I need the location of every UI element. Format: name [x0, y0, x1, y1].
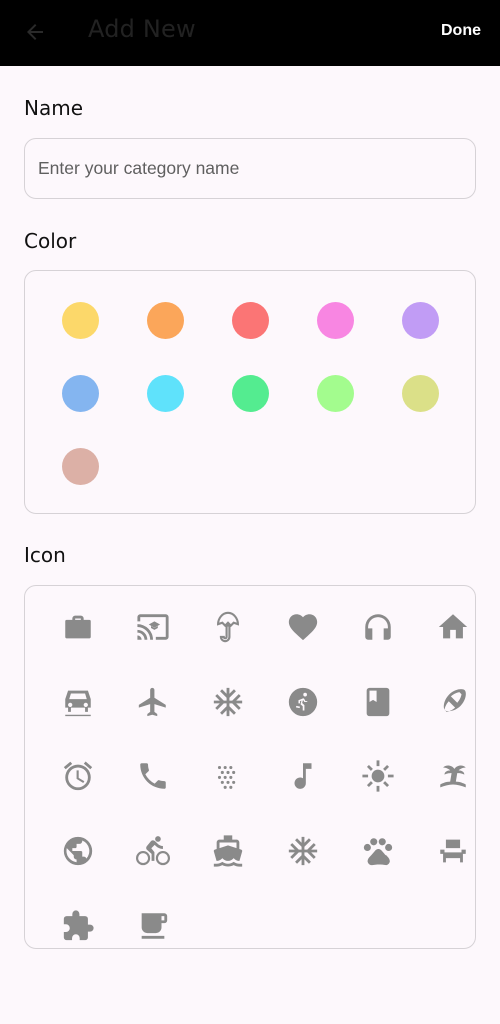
airplane-icon[interactable]: [133, 682, 173, 722]
book-icon[interactable]: [358, 682, 398, 722]
umbrella-icon[interactable]: [208, 607, 248, 647]
snowflake-icon[interactable]: [208, 682, 248, 722]
beach-icon[interactable]: [433, 756, 473, 796]
football-icon[interactable]: [433, 682, 473, 722]
puzzle-icon[interactable]: [58, 906, 98, 946]
back-button[interactable]: [20, 17, 50, 47]
arrow-back-icon: [27, 24, 43, 40]
icon-section-label: Icon: [24, 543, 66, 567]
name-section-label: Name: [24, 96, 84, 120]
briefcase-icon[interactable]: [58, 607, 98, 647]
color-swatch[interactable]: [232, 302, 269, 339]
sun-icon[interactable]: [358, 756, 398, 796]
globe-icon[interactable]: [58, 831, 98, 871]
color-swatch[interactable]: [317, 375, 354, 412]
app-bar: Add New Done: [0, 0, 500, 66]
alarm-icon[interactable]: [58, 756, 98, 796]
heart-icon[interactable]: [283, 607, 323, 647]
color-section-label: Color: [24, 229, 77, 253]
headphones-icon[interactable]: [358, 607, 398, 647]
music-note-icon[interactable]: [283, 756, 323, 796]
cast-for-education-icon[interactable]: [133, 607, 173, 647]
color-picker-panel: [24, 270, 476, 514]
category-name-field[interactable]: [24, 138, 476, 199]
running-icon[interactable]: [283, 682, 323, 722]
dots-icon[interactable]: [208, 756, 248, 796]
color-swatch[interactable]: [402, 302, 439, 339]
paw-icon[interactable]: [358, 831, 398, 871]
color-swatch[interactable]: [62, 448, 99, 485]
color-swatch[interactable]: [62, 375, 99, 412]
chair-icon[interactable]: [433, 831, 473, 871]
car-icon[interactable]: [58, 682, 98, 722]
icon-picker-panel[interactable]: [24, 585, 476, 949]
color-swatch[interactable]: [232, 375, 269, 412]
boat-icon[interactable]: [208, 831, 248, 871]
category-name-input[interactable]: [38, 158, 475, 179]
home-icon[interactable]: [433, 607, 473, 647]
phone-icon[interactable]: [133, 756, 173, 796]
snowflake-alt-icon[interactable]: [283, 831, 323, 871]
done-button[interactable]: Done: [441, 22, 481, 40]
color-swatch[interactable]: [402, 375, 439, 412]
color-swatch[interactable]: [62, 302, 99, 339]
page-title: Add New: [88, 15, 196, 43]
bicycle-icon[interactable]: [133, 831, 173, 871]
color-swatch[interactable]: [317, 302, 354, 339]
color-swatch[interactable]: [147, 302, 184, 339]
coffee-icon[interactable]: [133, 906, 173, 946]
color-swatch[interactable]: [147, 375, 184, 412]
